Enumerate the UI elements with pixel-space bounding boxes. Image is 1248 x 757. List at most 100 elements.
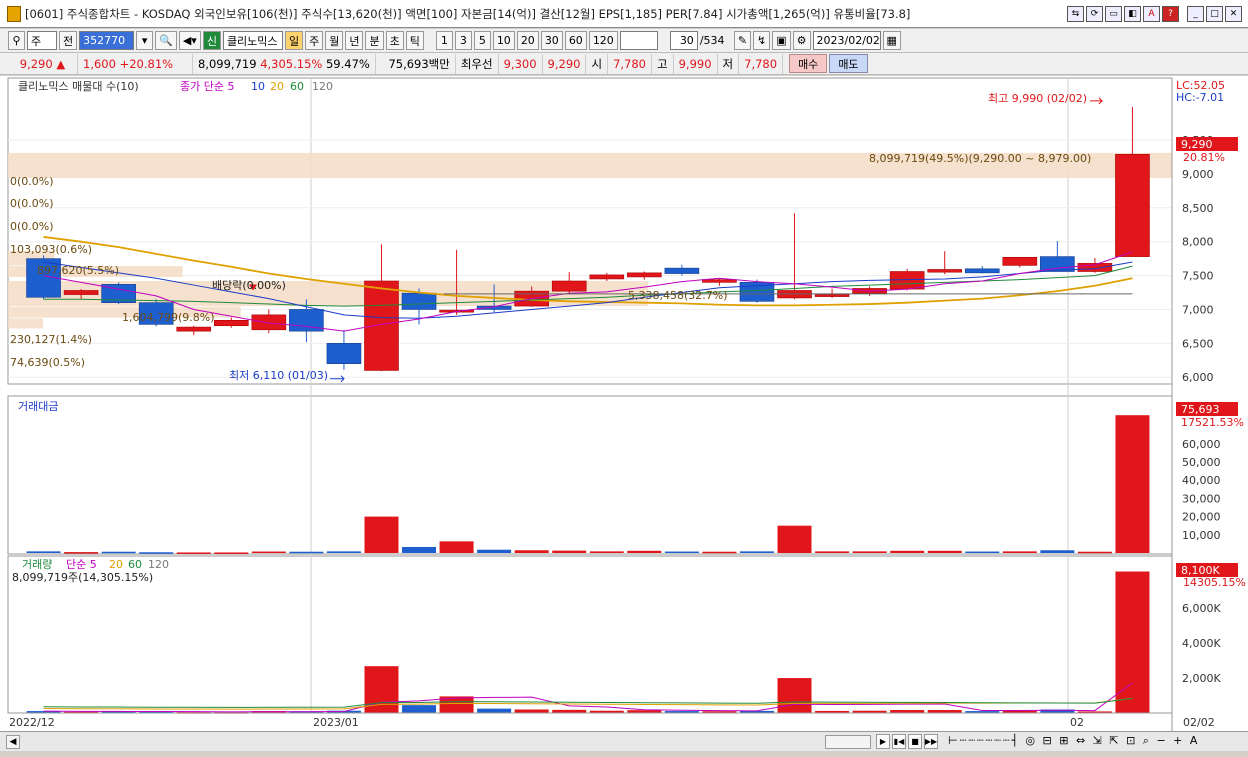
speaker-icon[interactable]: ◀▾ xyxy=(178,31,201,50)
best-ask: 9,300 xyxy=(499,53,543,74)
hc-value: HC:-7.01 xyxy=(1176,91,1224,104)
up-arrow-icon: ▲ xyxy=(56,56,66,71)
period-year[interactable]: 년 xyxy=(345,31,364,50)
zoom-tools[interactable]: ⊢┈┈┈┈┈┈┤ ◎ ⊟ ⊞ ⇔ ⇲ ⇱ ⊡ ⌕ − + A xyxy=(948,734,1199,748)
price-tick-label: 7,000 xyxy=(1182,303,1214,316)
maximize-icon[interactable]: □ xyxy=(1206,6,1223,22)
price-tick-label: 8,000 xyxy=(1182,236,1214,249)
candle-body xyxy=(63,290,99,295)
count-total: /534 xyxy=(699,34,725,47)
calendar-icon[interactable]: ▦ xyxy=(882,31,901,50)
price-tick-label: 6,500 xyxy=(1182,337,1214,350)
stock-chart[interactable]: 6,0006,5007,0007,5008,0008,5009,0009,500… xyxy=(0,76,1248,731)
amount-tick-label: 20,000 xyxy=(1182,511,1221,524)
interval-3[interactable]: 3 xyxy=(454,31,472,50)
volume-badge-rate: 14305.15% xyxy=(1183,576,1246,589)
code-input[interactable]: 352770 xyxy=(79,31,135,50)
indicator-icon[interactable]: ↯ xyxy=(753,31,771,50)
interval-10[interactable]: 10 xyxy=(492,31,515,50)
date-input[interactable]: 2023/02/02 xyxy=(812,31,881,50)
pin-icon[interactable]: ⚲ xyxy=(8,31,25,50)
amount-bar xyxy=(1002,551,1037,553)
amount-tick-label: 60,000 xyxy=(1182,438,1221,451)
buy-button[interactable]: 매수 xyxy=(789,54,828,73)
chart-scrollbar[interactable]: ◀ ▶ ▮◀ ■ ▶▶ ⊢┈┈┈┈┈┈┤ ◎ ⊟ ⊞ ⇔ ⇲ ⇱ ⊡ ⌕ − +… xyxy=(0,731,1248,751)
interval-60[interactable]: 60 xyxy=(564,31,587,50)
amount-bar xyxy=(64,552,99,554)
x-label-jan: 2023/01 xyxy=(313,716,359,729)
step-back-icon[interactable]: ▮◀ xyxy=(892,734,906,749)
type-select[interactable]: 주 xyxy=(27,31,57,50)
split-icon[interactable]: ◧ xyxy=(1124,6,1141,22)
amount-cell: 75,693백만 xyxy=(376,53,456,74)
fast-forward-icon[interactable]: ▶▶ xyxy=(924,734,938,749)
window-icon[interactable]: ▭ xyxy=(1105,6,1122,22)
period-week[interactable]: 주 xyxy=(305,31,324,50)
interval-1[interactable]: 1 xyxy=(435,31,453,50)
scroll-thumb[interactable] xyxy=(825,735,871,749)
chart-toolbar: ⚲ 주 전 352770 ▾ 🔍 ◀▾ 신 클리노믹스 일 주 월 년 분 초 … xyxy=(0,29,1248,53)
profile-label-5: 897,620(5.5%) xyxy=(37,264,119,277)
low-label: 저 xyxy=(718,53,740,74)
amount-bar xyxy=(289,551,324,554)
period-minute[interactable]: 분 xyxy=(365,31,384,50)
amount-bar xyxy=(702,551,737,554)
profile-label-7: 230,127(1.4%) xyxy=(10,333,92,346)
count-input[interactable]: 30 xyxy=(669,31,698,50)
credit-badge[interactable]: 신 xyxy=(202,31,221,50)
amount-badge-rate: 17521.53% xyxy=(1181,416,1244,429)
help-icon[interactable]: ? xyxy=(1162,6,1179,22)
candle-body xyxy=(702,279,737,283)
play-icon[interactable]: ▶ xyxy=(876,734,890,749)
amount-tick-label: 10,000 xyxy=(1182,529,1221,542)
period-month[interactable]: 월 xyxy=(325,31,344,50)
turnover: 59.47% xyxy=(325,56,370,71)
candle-body xyxy=(401,292,437,310)
dividend-marker: 배당락(0.00%) xyxy=(212,279,286,292)
minimize-icon[interactable]: _ xyxy=(1187,6,1204,22)
dropdown-icon[interactable]: ▾ xyxy=(136,31,154,50)
period-second[interactable]: 초 xyxy=(385,31,404,50)
candle-body xyxy=(364,280,399,371)
close-icon[interactable]: ✕ xyxy=(1225,6,1242,22)
interval-120[interactable]: 120 xyxy=(588,31,618,50)
search-icon[interactable]: 🔍 xyxy=(155,31,177,50)
sync-icon[interactable]: ⟳ xyxy=(1086,6,1103,22)
amount-bar xyxy=(402,546,437,553)
settings-icon[interactable]: ⚙ xyxy=(792,31,811,50)
candle-body xyxy=(927,269,963,273)
draw-tools-icon[interactable]: ✎ xyxy=(733,31,752,50)
profile-label-3: 0(0.0%) xyxy=(10,220,54,233)
sell-button[interactable]: 매도 xyxy=(829,54,868,73)
period-day[interactable]: 일 xyxy=(284,31,304,50)
amount-bar xyxy=(739,551,774,553)
volume-legend-ma5: 단순 5 xyxy=(66,558,97,571)
current-price-value: 9,290 xyxy=(19,56,53,71)
prev-button[interactable]: 전 xyxy=(59,31,78,50)
candle-body xyxy=(627,272,662,278)
scroll-left-icon[interactable]: ◀ xyxy=(6,735,20,749)
amount-bar xyxy=(589,551,624,553)
volume-cell: 8,099,719 4,305.15% 59.47% xyxy=(193,53,376,74)
profile-label-6: 1,604,799(9.8%) xyxy=(122,311,215,324)
volume-rate: 4,305.15% xyxy=(260,56,323,71)
link-icon[interactable]: ⇆ xyxy=(1067,6,1084,22)
candle-body xyxy=(326,343,362,364)
interval-5[interactable]: 5 xyxy=(473,31,491,50)
period-tick[interactable]: 틱 xyxy=(405,31,424,50)
stop-icon[interactable]: ■ xyxy=(908,734,922,749)
interval-select[interactable] xyxy=(619,31,658,50)
window-title: [0601] 주식종합차트 - KOSDAQ 외국인보유[106(천)] 주식수… xyxy=(25,6,911,21)
interval-30[interactable]: 30 xyxy=(540,31,563,50)
title-bar: [0601] 주식종합차트 - KOSDAQ 외국인보유[106(천)] 주식수… xyxy=(0,0,1248,28)
low-value: 7,780 xyxy=(739,53,784,74)
font-icon[interactable]: A xyxy=(1143,6,1160,22)
volume-profile-band xyxy=(8,318,43,329)
high-label: 고 xyxy=(652,53,674,74)
interval-20[interactable]: 20 xyxy=(516,31,539,50)
app-icon xyxy=(7,5,21,22)
low-marker: 최저 6,110 (01/03) xyxy=(229,369,328,382)
save-icon[interactable]: ▣ xyxy=(772,31,791,50)
profile-label-9: 5,338,458(32.7%) xyxy=(628,289,728,302)
price-tick-label: 8,500 xyxy=(1182,202,1214,215)
